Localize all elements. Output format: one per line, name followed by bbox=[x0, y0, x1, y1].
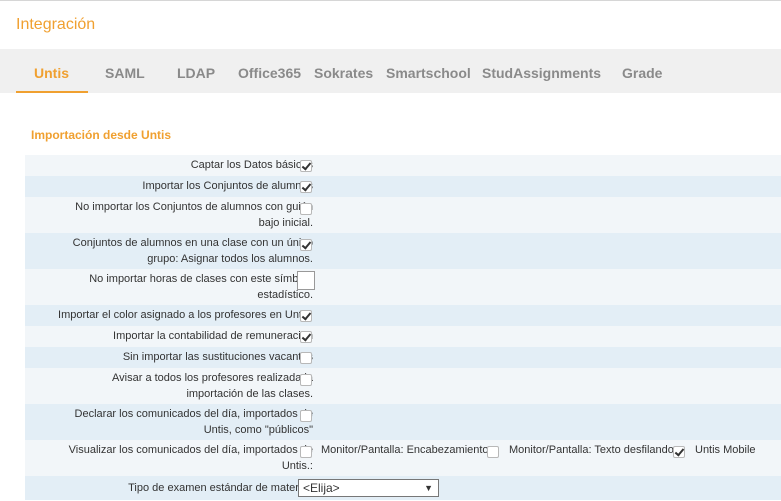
setting-row-remuneration: Importar la contabilidad de remuneración bbox=[25, 326, 781, 347]
setting-label: Avisar a todos los profesores realizada … bbox=[112, 372, 313, 400]
tab-saml[interactable]: SAML bbox=[105, 65, 145, 81]
monitor-header-label: Monitor/Pantalla: Encabezamiento bbox=[321, 444, 489, 456]
setting-label: Importar los Conjuntos de alumnos bbox=[142, 180, 313, 192]
active-tab-indicator bbox=[16, 91, 88, 93]
setting-row-notify-teachers: Avisar a todos los profesores realizada … bbox=[25, 368, 781, 404]
setting-label: Conjuntos de alumnos en una clase con un… bbox=[72, 237, 313, 265]
setting-label: Captar los Datos básicos bbox=[190, 159, 313, 171]
underscore-groups-checkbox[interactable] bbox=[300, 203, 312, 215]
setting-row-exam-type: Tipo de examen estándar de materias <Eli… bbox=[25, 476, 781, 500]
setting-label: Importar la contabilidad de remuneración bbox=[113, 330, 313, 342]
vacant-substitutions-checkbox[interactable] bbox=[300, 352, 312, 364]
setting-row-student-groups: Importar los Conjuntos de alumnos bbox=[25, 176, 781, 197]
section-title: Importación desde Untis bbox=[31, 128, 172, 142]
public-messages-checkbox[interactable] bbox=[300, 410, 312, 422]
tab-studassignments[interactable]: StudAssignments bbox=[482, 65, 601, 81]
tab-bar: Untis SAML LDAP Office365 Sokrates Smart… bbox=[0, 49, 781, 93]
tab-office365[interactable]: Office365 bbox=[238, 65, 301, 81]
basic-data-checkbox[interactable] bbox=[300, 160, 312, 172]
setting-row-statistic-symbol: No importar horas de clases con este sím… bbox=[25, 269, 781, 305]
tab-ldap[interactable]: LDAP bbox=[177, 65, 215, 81]
notify-teachers-checkbox[interactable] bbox=[300, 374, 312, 386]
untis-mobile-checkbox[interactable] bbox=[673, 446, 685, 458]
tab-smartschool[interactable]: Smartschool bbox=[386, 65, 471, 81]
page-title: Integración bbox=[16, 16, 96, 33]
monitor-scrolling-checkbox[interactable] bbox=[487, 446, 499, 458]
setting-row-teacher-color: Importar el color asignado a los profeso… bbox=[25, 305, 781, 326]
setting-label: Importar el color asignado a los profeso… bbox=[58, 309, 313, 321]
single-group-checkbox[interactable] bbox=[300, 239, 312, 251]
teacher-color-checkbox[interactable] bbox=[300, 310, 312, 322]
exam-type-select-value: <Elija> bbox=[303, 481, 340, 495]
tab-sokrates[interactable]: Sokrates bbox=[314, 65, 373, 81]
statistic-symbol-input[interactable] bbox=[297, 271, 315, 290]
monitor-header-checkbox[interactable] bbox=[300, 446, 312, 458]
setting-row-public-messages: Declarar los comunicados del día, import… bbox=[25, 404, 781, 440]
exam-type-select[interactable]: <Elija> ▼ bbox=[298, 479, 439, 497]
monitor-scrolling-label: Monitor/Pantalla: Texto desfilando bbox=[509, 444, 674, 456]
setting-label: Tipo de examen estándar de materias bbox=[128, 482, 313, 494]
tab-untis[interactable]: Untis bbox=[34, 65, 69, 81]
setting-label: Sin importar las sustituciones vacantes bbox=[122, 351, 313, 363]
chevron-down-icon: ▼ bbox=[424, 483, 433, 493]
settings-list: Captar los Datos básicos Importar los Co… bbox=[25, 155, 781, 500]
setting-label: Declarar los comunicados del día, import… bbox=[74, 408, 313, 436]
setting-row-basic-data: Captar los Datos básicos bbox=[25, 155, 781, 176]
setting-row-display-messages: Visualizar los comunicados del día, impo… bbox=[25, 440, 781, 476]
setting-row-single-group: Conjuntos de alumnos en una clase con un… bbox=[25, 233, 781, 269]
top-bar: Integración bbox=[0, 0, 781, 49]
setting-label: Visualizar los comunicados del día, impo… bbox=[68, 444, 313, 472]
untis-mobile-label: Untis Mobile bbox=[695, 444, 756, 456]
tab-grade[interactable]: Grade bbox=[622, 65, 662, 81]
remuneration-checkbox[interactable] bbox=[300, 331, 312, 343]
setting-label: No importar horas de clases con este sím… bbox=[89, 273, 313, 301]
setting-row-vacant-substitutions: Sin importar las sustituciones vacantes bbox=[25, 347, 781, 368]
setting-label: No importar los Conjuntos de alumnos con… bbox=[75, 201, 313, 229]
setting-row-underscore-groups: No importar los Conjuntos de alumnos con… bbox=[25, 197, 781, 233]
student-groups-checkbox[interactable] bbox=[300, 181, 312, 193]
